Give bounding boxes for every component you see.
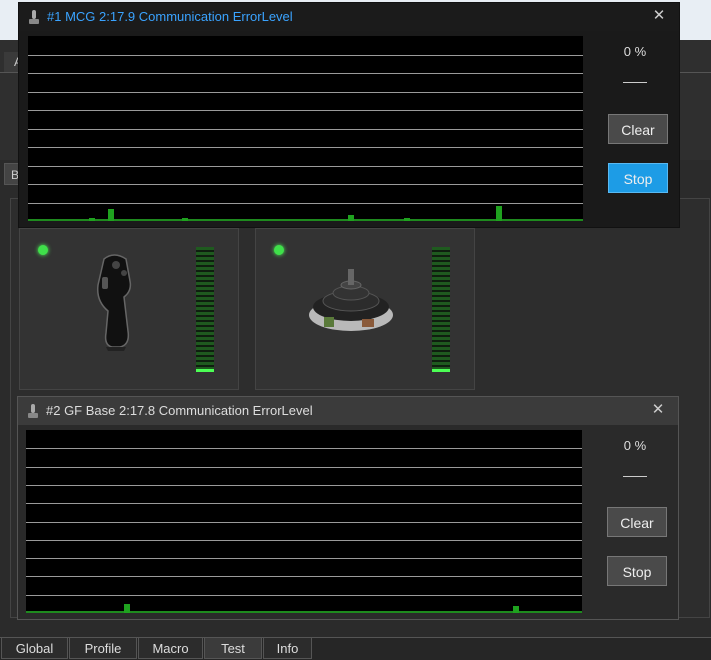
graph-gridline: [28, 92, 583, 93]
error-spike: [89, 218, 95, 221]
error-spike: [496, 206, 502, 221]
joystick-grip-image: [96, 254, 132, 351]
error-spike: [108, 209, 114, 221]
input-level-meter: [432, 247, 450, 371]
graph-gridline: [28, 203, 583, 204]
graph-gridline: [28, 147, 583, 148]
error-level-graph: [26, 430, 582, 613]
graph-gridline: [26, 595, 582, 596]
window-title-bar[interactable]: #2 GF Base 2:17.8 Communication ErrorLev…: [18, 397, 678, 425]
clear-button[interactable]: Clear: [608, 114, 668, 144]
error-level-graph: [28, 36, 583, 221]
tab-profile[interactable]: Profile: [69, 637, 137, 659]
stop-button[interactable]: Stop: [607, 556, 667, 586]
window-title: #2 GF Base 2:17.8 Communication ErrorLev…: [46, 403, 313, 418]
graph-gridline: [26, 467, 582, 468]
graph-gridline: [28, 166, 583, 167]
joystick-base-image: [309, 269, 393, 331]
error-dash: [623, 476, 647, 477]
input-level-indicator: [196, 369, 214, 372]
error-spike: [124, 604, 130, 613]
graph-gridline: [26, 503, 582, 504]
error-percent: 0 %: [623, 438, 647, 453]
error-spike: [348, 215, 354, 221]
graph-gridline: [28, 184, 583, 185]
error-dash: [623, 82, 647, 83]
graph-gridline: [28, 110, 583, 111]
joystick-icon: [28, 404, 38, 418]
tab-global[interactable]: Global: [1, 637, 68, 659]
graph-gridline: [28, 73, 583, 74]
input-level-meter: [196, 247, 214, 371]
graph-gridline: [28, 55, 583, 56]
joystick-icon: [29, 10, 39, 24]
tab-info[interactable]: Info: [263, 637, 312, 659]
input-level-indicator: [432, 369, 450, 372]
error-spike: [404, 218, 410, 221]
graph-gridline: [26, 558, 582, 559]
graph-gridline: [26, 485, 582, 486]
device-card-grip: [19, 228, 239, 390]
comm-error-window-gf-base[interactable]: #2 GF Base 2:17.8 Communication ErrorLev…: [17, 396, 679, 620]
device-card-base: [255, 228, 475, 390]
comm-error-window-mcg[interactable]: #1 MCG 2:17.9 Communication ErrorLevel ✕…: [18, 2, 680, 228]
graph-gridline: [26, 576, 582, 577]
graph-gridline: [28, 129, 583, 130]
tab-test[interactable]: Test: [204, 638, 262, 659]
close-icon[interactable]: ✕: [646, 399, 670, 421]
tab-macro[interactable]: Macro: [138, 637, 203, 659]
graph-gridline: [26, 540, 582, 541]
graph-gridline: [26, 522, 582, 523]
close-icon[interactable]: ✕: [647, 5, 671, 27]
error-spike: [513, 606, 519, 613]
window-title-bar[interactable]: #1 MCG 2:17.9 Communication ErrorLevel: [19, 3, 679, 31]
stop-button[interactable]: Stop: [608, 163, 668, 193]
error-spike: [182, 218, 188, 221]
error-percent: 0 %: [623, 44, 647, 59]
window-title: #1 MCG 2:17.9 Communication ErrorLevel: [47, 9, 293, 24]
status-led: [38, 245, 48, 255]
status-led: [274, 245, 284, 255]
graph-gridline: [26, 448, 582, 449]
graph-baseline: [26, 611, 582, 613]
clear-button[interactable]: Clear: [607, 507, 667, 537]
